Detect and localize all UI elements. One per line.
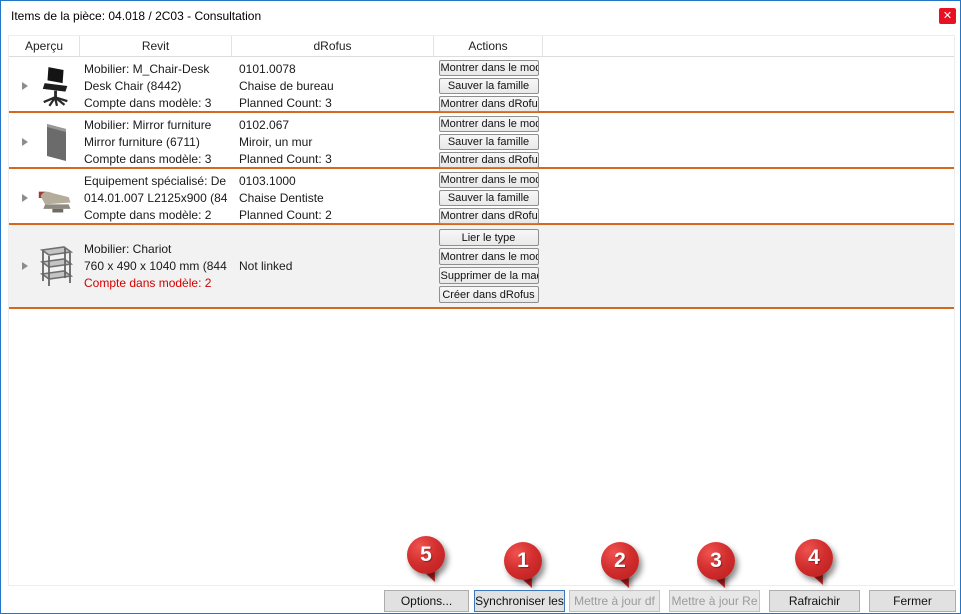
revit-line: Mobilier: Chariot [84,241,232,258]
drofus-info: 0101.0078 Chaise de bureau Planned Count… [232,57,434,115]
callout-number: 5 [407,536,445,574]
show-in-model-button[interactable]: Montrer dans le mod [439,172,539,188]
show-in-drofus-button[interactable]: Montrer dans dRofus [439,96,539,112]
callout-badge-5: 5 [407,536,445,574]
revit-line: Mobilier: M_Chair-Desk [84,61,232,78]
revit-line: Compte dans modèle: 3 [84,151,232,168]
synchronize-button[interactable]: Synchroniser les [474,590,565,612]
revit-line-warning: Compte dans modèle: 2 [84,275,232,292]
revit-line: Compte dans modèle: 2 [84,207,232,224]
table-row[interactable]: Equipement spécialisé: De 014.01.007 L21… [9,169,954,225]
drofus-line: Planned Count: 3 [239,151,434,168]
save-family-button[interactable]: Sauver la famille [439,134,539,150]
preview-cell [9,169,80,227]
drofus-line: Planned Count: 2 [239,207,434,224]
revit-line: Mobilier: Mirror furniture [84,117,232,134]
callout-number: 2 [601,542,639,580]
preview-cell [9,113,80,171]
actions-cell: Montrer dans le mod Sauver la famille Mo… [434,169,543,227]
table-row[interactable]: Mobilier: Mirror furniture Mirror furnit… [9,113,954,169]
dialog-title: Items de la pièce: 04.018 / 2C03 - Consu… [11,9,261,23]
drofus-line: Planned Count: 3 [239,95,434,112]
title-bar: Items de la pièce: 04.018 / 2C03 - Consu… [1,1,960,31]
expand-arrow-icon[interactable] [22,194,28,202]
empty-cell [543,169,954,227]
callout-badge-4: 4 [795,539,833,577]
actions-cell: Montrer dans le mod Sauver la famille Mo… [434,113,543,171]
show-in-model-button[interactable]: Montrer dans le mod [439,116,539,132]
callout-badge-1: 1 [504,542,542,580]
drofus-line: Not linked [239,258,434,275]
drofus-line: Chaise Dentiste [239,190,434,207]
empty-cell [543,225,954,307]
show-in-model-button[interactable]: Montrer dans le mod [439,248,539,265]
actions-cell: Montrer dans le mod Sauver la famille Mo… [434,57,543,115]
revit-info: Mobilier: M_Chair-Desk Desk Chair (8442)… [80,57,232,115]
revit-info: Equipement spécialisé: De 014.01.007 L21… [80,169,232,227]
drofus-line: Chaise de bureau [239,78,434,95]
revit-info: Mobilier: Chariot 760 x 490 x 1040 mm (8… [80,225,232,307]
empty-cell [543,113,954,171]
drofus-info: Not linked [232,225,434,307]
revit-line: Equipement spécialisé: De [84,173,232,190]
column-header-actions[interactable]: Actions [434,36,543,56]
link-type-button[interactable]: Lier le type [439,229,539,246]
mirror-icon [37,119,75,165]
revit-info: Mobilier: Mirror furniture Mirror furnit… [80,113,232,171]
show-in-drofus-button[interactable]: Montrer dans dRofus [439,208,539,224]
update-drofus-button: Mettre à jour df [569,590,660,612]
column-header-revit[interactable]: Revit [80,36,232,56]
drofus-info: 0103.1000 Chaise Dentiste Planned Count:… [232,169,434,227]
preview-cell [9,57,80,115]
drofus-line: 0102.067 [239,117,434,134]
update-revit-button: Mettre à jour Re [669,590,760,612]
revit-line: Compte dans modèle: 3 [84,95,232,112]
table-row[interactable]: Mobilier: M_Chair-Desk Desk Chair (8442)… [9,57,954,113]
dentist-chair-icon [37,175,75,221]
show-in-drofus-button[interactable]: Montrer dans dRofus [439,152,539,168]
drofus-line: 0103.1000 [239,173,434,190]
callout-number: 4 [795,539,833,577]
save-family-button[interactable]: Sauver la famille [439,78,539,94]
callout-badge-2: 2 [601,542,639,580]
refresh-button[interactable]: Rafraichir [769,590,860,612]
column-header-empty [543,36,954,56]
revit-line: Mirror furniture (6711) [84,134,232,151]
delete-from-model-button[interactable]: Supprimer de la maq [439,267,539,284]
save-family-button[interactable]: Sauver la famille [439,190,539,206]
table-header-row: Aperçu Revit dRofus Actions [9,36,954,57]
options-button[interactable]: Options... [384,590,469,612]
dialog-window: Items de la pièce: 04.018 / 2C03 - Consu… [0,0,961,614]
close-icon[interactable]: ✕ [939,8,956,24]
callout-number: 1 [504,542,542,580]
drofus-line: 0101.0078 [239,61,434,78]
show-in-model-button[interactable]: Montrer dans le mod [439,60,539,76]
column-header-drofus[interactable]: dRofus [232,36,434,56]
column-header-apercu[interactable]: Aperçu [9,36,80,56]
callout-badge-3: 3 [697,542,735,580]
desk-chair-icon [37,63,75,109]
expand-arrow-icon[interactable] [22,138,28,146]
drofus-line: Miroir, un mur [239,134,434,151]
drofus-info: 0102.067 Miroir, un mur Planned Count: 3 [232,113,434,171]
close-button[interactable]: Fermer [869,590,956,612]
expand-arrow-icon[interactable] [22,262,28,270]
create-in-drofus-button[interactable]: Créer dans dRofus [439,286,539,303]
cart-icon [37,243,75,289]
revit-line: 760 x 490 x 1040 mm (844 [84,258,232,275]
revit-line: Desk Chair (8442) [84,78,232,95]
preview-cell [9,225,80,307]
callout-number: 3 [697,542,735,580]
revit-line: 014.01.007 L2125x900 (84 [84,190,232,207]
items-table: Aperçu Revit dRofus Actions M [8,35,955,586]
expand-arrow-icon[interactable] [22,82,28,90]
table-row[interactable]: Mobilier: Chariot 760 x 490 x 1040 mm (8… [9,225,954,309]
actions-cell: Lier le type Montrer dans le mod Supprim… [434,225,543,307]
empty-cell [543,57,954,115]
